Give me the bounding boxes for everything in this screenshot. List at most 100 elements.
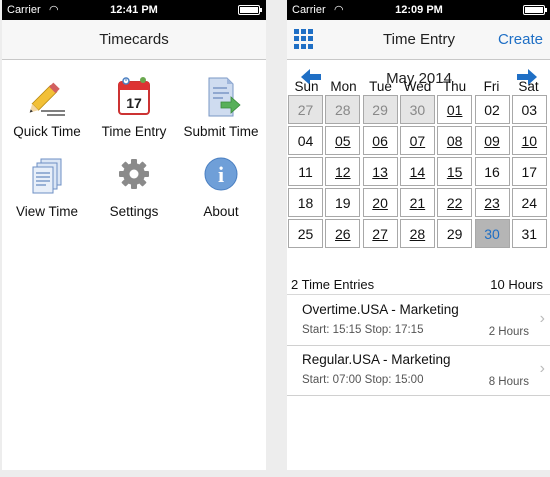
status-bar: Carrier ◠ 12:09 PM	[287, 0, 550, 20]
timecards-screen: Carrier ◠ 12:41 PM Timecards Quick Time	[2, 0, 266, 470]
calendar-day[interactable]: 17	[511, 157, 547, 186]
weekday-label: Wed	[403, 79, 432, 94]
entry-duration: 2 Hours	[488, 326, 529, 338]
weekday-label: Tue	[369, 79, 392, 94]
weekday-label: Mon	[330, 79, 357, 94]
calendar-day[interactable]: 07	[399, 126, 435, 155]
calendar-day-number: 24	[521, 195, 538, 211]
about-label: About	[203, 204, 239, 219]
calendar-day-number: 07	[409, 133, 426, 149]
submit-document-icon	[201, 76, 241, 118]
calendar-day[interactable]: 29	[437, 219, 473, 248]
calendar-day[interactable]: 22	[437, 188, 473, 217]
time-entry-row[interactable]: Regular.USA - Marketing Start: 07:00 Sto…	[287, 346, 550, 396]
calendar-day-number: 28	[409, 226, 426, 242]
calendar-day[interactable]: 30	[399, 95, 435, 124]
calendar-day-number: 08	[446, 133, 463, 149]
calendar-day[interactable]: 25	[288, 219, 323, 248]
calendar-day[interactable]: 09	[474, 126, 510, 155]
time-entry-button[interactable]: 17 Time Entry	[89, 76, 179, 139]
calendar-day-number: 09	[484, 133, 500, 149]
calendar-day-number: 25	[297, 226, 314, 242]
calendar-day-number: 01	[446, 102, 463, 118]
create-button[interactable]: Create	[498, 31, 543, 48]
calendar-day-number: 19	[335, 195, 351, 211]
entries-summary: 2 Time Entries 10 Hours	[287, 275, 550, 295]
calendar-day-number: 04	[297, 133, 314, 149]
calendar-day-number: 26	[335, 226, 351, 242]
calendar-day[interactable]: 01	[437, 95, 473, 124]
calendar-day[interactable]: 12	[325, 157, 361, 186]
calendar-day-number: 05	[335, 133, 351, 149]
calendar-day[interactable]: 28	[325, 95, 361, 124]
document-stack-icon	[27, 156, 67, 198]
entry-times: Start: 15:15 Stop: 17:15	[302, 324, 424, 336]
calendar-day[interactable]: 21	[399, 188, 435, 217]
calendar-day[interactable]: 04	[288, 126, 323, 155]
calendar-day-number: 21	[409, 195, 426, 211]
calendar-day-number: 22	[446, 195, 463, 211]
calendar-day[interactable]: 10	[511, 126, 547, 155]
calendar-day[interactable]: 29	[362, 95, 398, 124]
calendar-day[interactable]: 26	[325, 219, 361, 248]
entry-name: Regular.USA - Marketing	[302, 352, 451, 367]
view-time-label: View Time	[15, 204, 79, 219]
quick-time-label: Quick Time	[13, 124, 81, 139]
calendar-day[interactable]: 15	[437, 157, 473, 186]
entry-duration: 8 Hours	[488, 376, 529, 388]
calendar-day[interactable]: 03	[511, 95, 547, 124]
entries-count: 2 Time Entries	[291, 277, 375, 292]
nav-bar: Timecards	[2, 20, 266, 60]
settings-button[interactable]: Settings	[89, 156, 179, 219]
chevron-right-icon: ›	[539, 360, 545, 377]
calendar-day-number: 02	[484, 102, 500, 118]
calendar-day[interactable]: 30	[474, 219, 510, 248]
calendar-day[interactable]: 31	[511, 219, 547, 248]
info-glyph: i	[218, 162, 224, 187]
calendar-day[interactable]: 23	[474, 188, 510, 217]
calendar-day[interactable]: 27	[362, 219, 398, 248]
calendar-day-number: 29	[372, 102, 388, 118]
calendar-day[interactable]: 27	[288, 95, 323, 124]
total-hours: 10 Hours	[490, 277, 543, 292]
weekday-label: Thu	[442, 79, 467, 94]
info-icon: i	[201, 156, 241, 198]
calendar-day[interactable]: 06	[362, 126, 398, 155]
chevron-right-icon: ›	[539, 310, 545, 327]
submit-time-label: Submit Time	[183, 124, 259, 139]
calendar-day-number: 18	[297, 195, 314, 211]
calendar-day[interactable]: 02	[474, 95, 510, 124]
view-time-button[interactable]: View Time	[2, 156, 92, 219]
calendar-day[interactable]: 24	[511, 188, 547, 217]
calendar-day-number: 03	[521, 102, 538, 118]
calendar-day-number: 13	[372, 164, 388, 180]
submit-time-button[interactable]: Submit Time	[176, 76, 266, 139]
calendar-badge: 17	[126, 95, 142, 111]
calendar-day-number: 27	[372, 226, 388, 242]
weekday-header: Sun Mon Tue Wed Thu Fri Sat	[287, 79, 550, 95]
calendar-day[interactable]: 14	[399, 157, 435, 186]
calendar-day-number: 20	[372, 195, 388, 211]
calendar-day[interactable]: 05	[325, 126, 361, 155]
calendar-day[interactable]: 13	[362, 157, 398, 186]
calendar-day[interactable]: 11	[288, 157, 323, 186]
weekday-label: Sat	[518, 79, 539, 94]
calendar-day[interactable]: 28	[399, 219, 435, 248]
page-title: Timecards	[99, 31, 169, 48]
calendar-day-number: 30	[409, 102, 426, 118]
calendar-day[interactable]: 20	[362, 188, 398, 217]
time-entry-row[interactable]: Overtime.USA - Marketing Start: 15:15 St…	[287, 296, 550, 346]
calendar-day[interactable]: 18	[288, 188, 323, 217]
about-button[interactable]: i About	[176, 156, 266, 219]
calendar-day[interactable]: 08	[437, 126, 473, 155]
calendar-day-number: 17	[521, 164, 538, 180]
quick-time-button[interactable]: Quick Time	[2, 76, 92, 139]
calendar-day[interactable]: 19	[325, 188, 361, 217]
entry-times: Start: 07:00 Stop: 15:00	[302, 374, 424, 386]
calendar-day-number: 12	[335, 164, 351, 180]
calendar-day[interactable]: 16	[474, 157, 510, 186]
battery-icon	[523, 5, 547, 15]
status-time: 12:09 PM	[395, 4, 443, 16]
weekday-label: Fri	[483, 79, 500, 94]
calendar-icon: 17	[114, 76, 154, 118]
